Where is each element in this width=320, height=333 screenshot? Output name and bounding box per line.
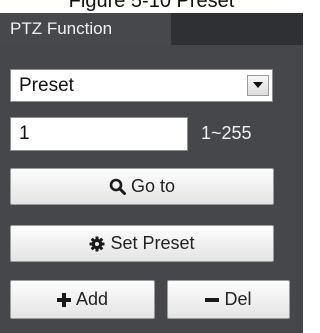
chevron-down-icon bbox=[253, 82, 263, 88]
add-button[interactable]: Add bbox=[10, 280, 155, 319]
dropdown-arrow-button[interactable] bbox=[247, 75, 269, 96]
set-preset-label: Set Preset bbox=[110, 233, 195, 253]
set-preset-button[interactable]: Set Preset bbox=[10, 225, 274, 262]
tab-bar: PTZ Function bbox=[0, 13, 303, 45]
function-select[interactable]: Preset bbox=[10, 69, 273, 102]
minus-icon bbox=[205, 293, 220, 307]
preset-number-input[interactable] bbox=[10, 117, 188, 151]
goto-label: Go to bbox=[130, 176, 176, 196]
function-select-value: Preset bbox=[19, 75, 74, 96]
ptz-panel: PTZ Function Preset 1~255 Go to bbox=[0, 13, 303, 333]
delete-button[interactable]: Del bbox=[167, 280, 290, 319]
preset-range-label: 1~255 bbox=[201, 123, 252, 143]
del-label: Del bbox=[224, 289, 252, 309]
add-label: Add bbox=[75, 289, 109, 309]
search-icon bbox=[109, 178, 126, 195]
tab-label: PTZ Function bbox=[10, 19, 113, 38]
goto-button[interactable]: Go to bbox=[10, 168, 274, 205]
figure-caption: Figure 5-10 Preset bbox=[68, 0, 235, 12]
tab-ptz-function[interactable]: PTZ Function bbox=[0, 13, 171, 45]
gear-icon bbox=[89, 236, 105, 252]
plus-icon bbox=[56, 292, 71, 307]
